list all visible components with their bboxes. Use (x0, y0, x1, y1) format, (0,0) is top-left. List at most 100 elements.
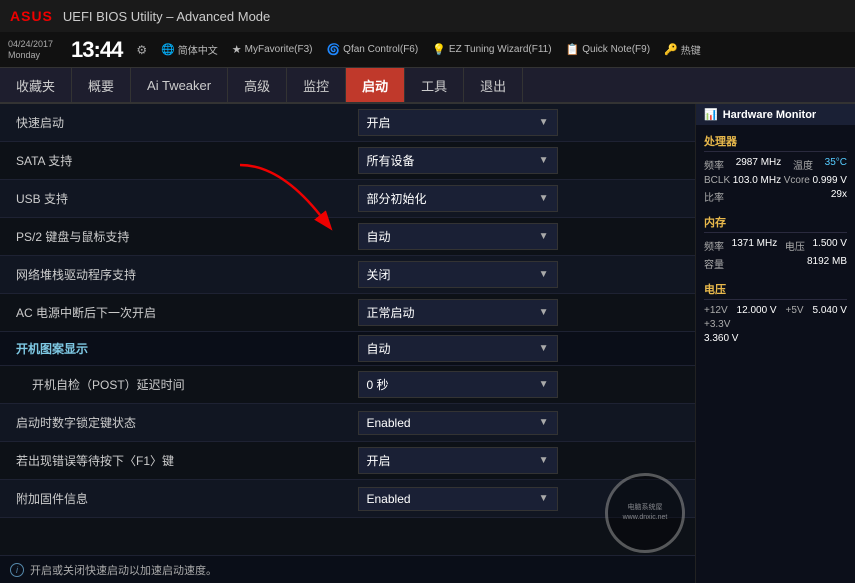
33v-label: +3.3V (704, 319, 730, 330)
nav-bar: 收藏夹 概要 Ai Tweaker 高级 监控 启动 工具 退出 (0, 68, 855, 104)
setting-value: Enabled ▼ (348, 487, 696, 511)
chevron-down-icon: ▼ (539, 379, 549, 390)
monitor-row: 频率 1371 MHz 电压 1.500 V (704, 238, 847, 253)
bclk-label: BCLK (704, 175, 730, 186)
dropdown-value: 自动 (367, 340, 391, 357)
monitor-row: +12V 12.000 V +5V 5.040 V (704, 305, 847, 316)
setting-label: 启动时数字锁定键状态 (0, 414, 348, 431)
33v-value: 3.360 V (704, 333, 738, 344)
temp-value: 35°C (825, 157, 847, 172)
mem-cap-value: 8192 MB (807, 256, 847, 271)
chevron-down-icon: ▼ (539, 155, 549, 166)
dropdown-value: 关闭 (367, 266, 391, 283)
12v-value: 12.000 V (737, 305, 777, 316)
5v-value: 5.040 V (812, 305, 846, 316)
nav-item-boot[interactable]: 启动 (346, 68, 405, 102)
nav-item-monitor[interactable]: 监控 (287, 68, 346, 102)
quicknote-button[interactable]: 📋 Quick Note(F9) (566, 43, 651, 56)
monitor-row: 比率 29x (704, 189, 847, 204)
ratio-label: 比率 (704, 189, 724, 204)
f1-error-dropdown[interactable]: 开启 ▼ (358, 447, 558, 474)
setting-label: USB 支持 (0, 190, 348, 207)
qfan-button[interactable]: 🌀 Qfan Control(F6) (326, 43, 418, 56)
content-area: 快速启动 开启 ▼ SATA 支持 所有设备 ▼ (0, 104, 695, 583)
firmware-info-dropdown[interactable]: Enabled ▼ (358, 487, 558, 511)
cpu-section-title: 处理器 (704, 133, 847, 152)
hardware-monitor-panel: 📊 Hardware Monitor 处理器 频率 2987 MHz 温度 35… (695, 104, 855, 583)
monitor-icon: 📊 (704, 108, 718, 121)
language-label: 简体中文 (178, 42, 218, 57)
nav-item-ai-tweaker[interactable]: Ai Tweaker (131, 68, 228, 102)
table-row: 开机图案显示 自动 ▼ (0, 332, 695, 366)
ratio-value: 29x (831, 189, 847, 204)
bclk-value: 103.0 MHz (733, 175, 781, 186)
mem-freq-value: 1371 MHz (732, 238, 778, 253)
qfan-label: Qfan Control(F6) (343, 44, 418, 55)
setting-value: 自动 ▼ (348, 223, 696, 250)
language-button[interactable]: 🌐 简体中文 (161, 42, 218, 57)
monitor-row: +3.3V (704, 319, 847, 330)
chevron-down-icon: ▼ (539, 343, 549, 354)
boot-logo-dropdown[interactable]: 自动 ▼ (358, 335, 558, 362)
bulb-icon: 💡 (432, 43, 446, 56)
network-stack-dropdown[interactable]: 关闭 ▼ (358, 261, 558, 288)
table-row: 附加固件信息 Enabled ▼ (0, 480, 695, 518)
ac-power-dropdown[interactable]: 正常启动 ▼ (358, 299, 558, 326)
myfavorite-label: MyFavorite(F3) (245, 44, 313, 55)
usb-dropdown[interactable]: 部分初始化 ▼ (358, 185, 558, 212)
hardware-monitor-title: 📊 Hardware Monitor (696, 104, 855, 125)
info-bar: 04/24/2017 Monday 13:44 ⚙ 🌐 简体中文 ★ MyFav… (0, 32, 855, 68)
table-row: 若出现错误等待按下〈F1〉键 开启 ▼ (0, 442, 695, 480)
setting-label: SATA 支持 (0, 152, 348, 169)
chevron-down-icon: ▼ (539, 117, 549, 128)
monitor-row: 容量 8192 MB (704, 256, 847, 271)
nav-item-tools[interactable]: 工具 (405, 68, 464, 102)
note-icon: 📋 (566, 43, 580, 56)
setting-value: 正常启动 ▼ (348, 299, 696, 326)
section-header-label: 开机图案显示 (0, 340, 348, 357)
fan-icon: 🌀 (326, 43, 340, 56)
table-row: 快速启动 开启 ▼ (0, 104, 695, 142)
myfavorite-button[interactable]: ★ MyFavorite(F3) (232, 43, 313, 56)
info-icon-text: i (16, 565, 18, 575)
day-label: Monday (8, 50, 53, 61)
chevron-down-icon: ▼ (539, 193, 549, 204)
sata-dropdown[interactable]: 所有设备 ▼ (358, 147, 558, 174)
voltage-section-title: 电压 (704, 281, 847, 300)
eztuning-button[interactable]: 💡 EZ Tuning Wizard(F11) (432, 43, 551, 56)
table-row: AC 电源中断后下一次开启 正常启动 ▼ (0, 294, 695, 332)
star-icon: ★ (232, 43, 242, 56)
status-bar: i 开启或关闭快速启动以加速启动速度。 (0, 555, 695, 583)
setting-value: 开启 ▼ (348, 447, 696, 474)
dropdown-value: 开启 (367, 452, 391, 469)
title-bar: ASUS UEFI BIOS Utility – Advanced Mode (0, 0, 855, 32)
temp-label: 温度 (793, 157, 813, 172)
mem-freq-label: 频率 (704, 238, 724, 253)
numlock-dropdown[interactable]: Enabled ▼ (358, 411, 558, 435)
eztuning-label: EZ Tuning Wizard(F11) (449, 44, 552, 55)
quickboot-dropdown[interactable]: 开启 ▼ (358, 109, 558, 136)
nav-item-exit[interactable]: 退出 (464, 68, 523, 102)
nav-item-advanced[interactable]: 高级 (228, 68, 287, 102)
chevron-down-icon: ▼ (539, 493, 549, 504)
gear-icon[interactable]: ⚙ (136, 43, 147, 57)
dropdown-value: 所有设备 (367, 152, 415, 169)
dropdown-value: 开启 (367, 114, 391, 131)
main-layout: 快速启动 开启 ▼ SATA 支持 所有设备 ▼ (0, 104, 855, 583)
setting-label: AC 电源中断后下一次开启 (0, 304, 348, 321)
freq-value: 2987 MHz (736, 157, 782, 172)
post-delay-dropdown[interactable]: 0 秒 ▼ (358, 371, 558, 398)
ps2-dropdown[interactable]: 自动 ▼ (358, 223, 558, 250)
vcore-value: 0.999 V (812, 175, 846, 186)
hotkey-button[interactable]: 🔑 热键 (664, 42, 701, 57)
chevron-down-icon: ▼ (539, 231, 549, 242)
memory-section: 内存 频率 1371 MHz 电压 1.500 V 容量 8192 MB (704, 214, 847, 271)
dropdown-value: 0 秒 (367, 376, 389, 393)
setting-value: 0 秒 ▼ (348, 371, 696, 398)
clock-display: 13:44 (71, 37, 122, 63)
table-row: 启动时数字锁定键状态 Enabled ▼ (0, 404, 695, 442)
monitor-row: 频率 2987 MHz 温度 35°C (704, 157, 847, 172)
setting-value: 开启 ▼ (348, 109, 696, 136)
nav-item-favorites[interactable]: 收藏夹 (0, 68, 72, 102)
nav-item-overview[interactable]: 概要 (72, 68, 131, 102)
